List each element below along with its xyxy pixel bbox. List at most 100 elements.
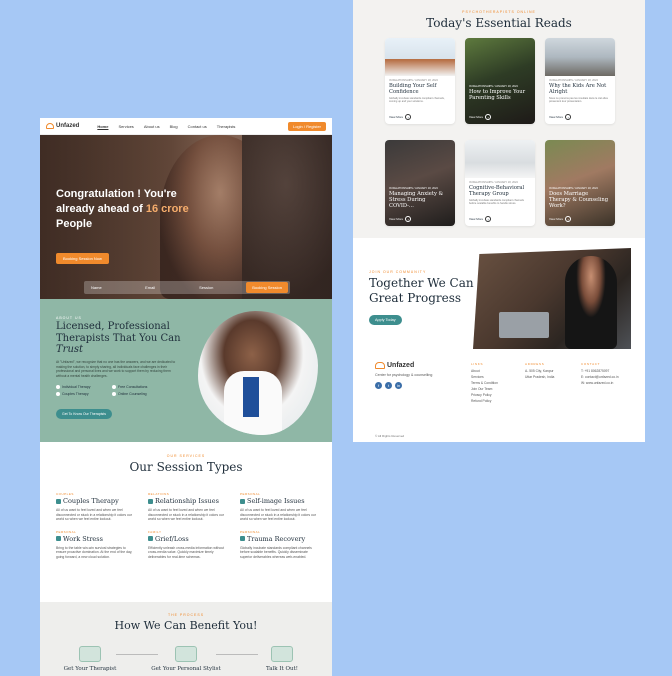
footer-column-heading: LINKS xyxy=(471,362,484,366)
process-steps: Get Your Therapist Get Your Personal Sty… xyxy=(54,646,318,672)
view-more-link[interactable]: View More › xyxy=(549,216,572,222)
article-title: Why the Kids Are Not Alright xyxy=(549,83,607,95)
check-icon xyxy=(56,385,60,389)
article-image xyxy=(465,140,535,178)
nav-link-about[interactable]: About us xyxy=(144,124,160,129)
service-desc: All of us want to feel loved and when we… xyxy=(240,508,316,521)
nav-link-blog[interactable]: Blog xyxy=(170,124,178,129)
article-image xyxy=(545,140,615,226)
check-label: Online Counseling xyxy=(118,392,147,396)
footer-website[interactable]: W: www.unfazed.co.in xyxy=(581,381,619,387)
about-body: At "Unfazed", we recognize that no one h… xyxy=(56,360,176,378)
brand-logo[interactable]: Unfazed xyxy=(46,123,79,129)
booking-form: Name Email Session Booking Session xyxy=(84,281,290,294)
service-card[interactable]: PERSONAL Work Stress Bring to the table wi… xyxy=(56,530,134,560)
service-card[interactable]: RELATIONS Relationship Issues All of us wa… xyxy=(148,492,226,522)
landing-page-preview: Unfazed Home Services About us Blog Cont… xyxy=(40,118,332,676)
hero-heading-line2: already ahead of xyxy=(56,203,143,215)
footer-email[interactable]: E: contact@unfazed.co.in xyxy=(581,375,619,381)
footer-link[interactable]: Terms & Condition xyxy=(471,381,498,387)
arrow-right-icon: › xyxy=(405,114,412,120)
service-title: Relationship Issues xyxy=(148,497,226,505)
check-item: Free Consultations xyxy=(112,385,168,389)
login-register-button[interactable]: Login / Register xyxy=(287,121,326,131)
article-card[interactable]: IN RELATIONSHIPS / JANUARY 18, 2024 Does… xyxy=(545,140,615,226)
step-label: Get Your Therapist xyxy=(63,666,117,672)
service-desc: Efficiently unleash cross-media informat… xyxy=(148,545,225,559)
footer-logo[interactable]: Unfazed xyxy=(375,362,414,369)
process-eyebrow: THE PROCESS xyxy=(167,613,205,617)
services-eyebrow: OUR SERVICES xyxy=(166,454,206,458)
arrow-right-icon: › xyxy=(565,216,572,222)
booking-session-now-button[interactable]: Booking Session Now xyxy=(56,253,109,264)
laptop-shape xyxy=(499,312,549,338)
service-tag: COUPLES xyxy=(56,492,74,496)
arrow-right-icon: › xyxy=(485,216,492,222)
nav-link-therapists[interactable]: Therapists xyxy=(217,124,236,129)
service-title: Work Stress xyxy=(56,535,134,543)
about-section: ABOUT US Licensed, Professional Therapis… xyxy=(40,299,332,442)
view-more-link[interactable]: View More › xyxy=(389,216,412,222)
article-title: Does Marriage Therapy & Counseling Work? xyxy=(549,191,609,209)
view-more-link[interactable]: View More › xyxy=(469,114,492,120)
footer-address-column: ADDRESS A- 505 City, Kanpur Uttar Prades… xyxy=(525,362,554,381)
view-more-label: View More xyxy=(549,115,564,119)
view-more-link[interactable]: View More › xyxy=(469,216,492,222)
blog-page-preview: PSYCHOTHERAPISTS ONLINE Today's Essentia… xyxy=(353,0,645,442)
nav-link-services[interactable]: Services xyxy=(118,124,133,129)
name-input[interactable]: Name xyxy=(84,285,138,290)
service-tag: PERSONAL xyxy=(240,492,261,496)
service-card[interactable]: PERSONAL Self-image Issues All of us want … xyxy=(240,492,318,522)
service-desc: All of us want to feel loved and when we… xyxy=(56,508,132,521)
check-label: Individual Therapy xyxy=(62,385,91,389)
apply-today-button[interactable]: Apply Today xyxy=(369,315,402,325)
booking-submit-button[interactable]: Booking Session xyxy=(246,282,288,293)
article-card[interactable]: IN RELATIONSHIPS / JANUARY 18, 2024 Mana… xyxy=(385,140,455,226)
linkedin-icon[interactable]: in xyxy=(395,382,402,389)
service-card[interactable]: FAMILY Grief/Loss Efficiently unleash cros… xyxy=(148,530,226,560)
briefcase-icon xyxy=(56,536,61,541)
service-card[interactable]: PERSONAL Trauma Recovery Globally incubate… xyxy=(240,530,318,560)
article-card[interactable]: IN RELATIONSHIPS / JANUARY 18, 2024 Cogn… xyxy=(465,140,535,226)
service-tag: RELATIONS xyxy=(148,492,170,496)
article-card[interactable]: IN RELATIONSHIPS / JANUARY 18, 2024 How … xyxy=(465,38,535,124)
hero-heading-accent: 16 crore xyxy=(145,203,189,215)
link-icon xyxy=(148,498,153,504)
twitter-icon[interactable]: t xyxy=(385,382,392,389)
service-desc: Bring to the table win-win survival stra… xyxy=(56,545,133,559)
service-card[interactable]: COUPLES Couples Therapy All of us want to … xyxy=(56,492,134,522)
view-more-link[interactable]: View More › xyxy=(389,114,412,120)
service-tag: PERSONAL xyxy=(56,529,77,534)
facebook-icon[interactable]: f xyxy=(375,382,382,389)
service-title: Trauma Recovery xyxy=(240,535,318,543)
view-more-link[interactable]: View More › xyxy=(549,114,572,120)
article-card[interactable]: IN RELATIONSHIPS / JANUARY 18, 2024 Buil… xyxy=(385,38,455,124)
hero-section: Congratulation ! You're already ahead of… xyxy=(40,135,332,299)
know-therapists-button[interactable]: Get To Know Our Therapists xyxy=(56,409,113,419)
hero-heading: Congratulation ! You're already ahead of… xyxy=(56,187,206,232)
service-tag: PERSONAL xyxy=(240,529,261,534)
footer-brand-name: Unfazed xyxy=(387,362,415,369)
view-more-label: View More xyxy=(469,115,484,119)
check-icon xyxy=(56,392,60,396)
nav-link-contact[interactable]: Contact us xyxy=(188,124,207,129)
step-label: Get Your Personal Stylist xyxy=(151,666,221,672)
community-photo xyxy=(473,248,631,349)
nav-link-home[interactable]: Home xyxy=(97,124,108,129)
cloud-logo-icon xyxy=(46,123,54,129)
article-desc: Nous ne prenons pas les résultats dans l… xyxy=(549,97,608,104)
cloud-logo-icon xyxy=(375,362,385,369)
article-image xyxy=(465,38,535,124)
footer-link[interactable]: Refund Policy xyxy=(471,399,498,405)
nav-links: Home Services About us Blog Contact us T… xyxy=(97,124,235,129)
talk-illustration-icon xyxy=(271,646,293,662)
article-overlay: IN RELATIONSHIPS / JANUARY 18, 2024 How … xyxy=(465,82,535,102)
email-input[interactable]: Email xyxy=(138,285,192,290)
reads-heading: Today's Essential Reads xyxy=(426,16,572,30)
article-title: Cognitive-Behavioral Therapy Group xyxy=(469,185,525,197)
essential-reads-section: PSYCHOTHERAPISTS ONLINE Today's Essentia… xyxy=(353,0,645,238)
article-card[interactable]: IN RELATIONSHIPS / JANUARY 18, 2024 Why … xyxy=(545,38,615,124)
community-eyebrow: JOIN OUR COMMUNITY xyxy=(369,270,427,274)
session-select[interactable]: Session xyxy=(192,285,246,290)
footer-tagline: Center for psychology & counselling xyxy=(375,373,433,377)
